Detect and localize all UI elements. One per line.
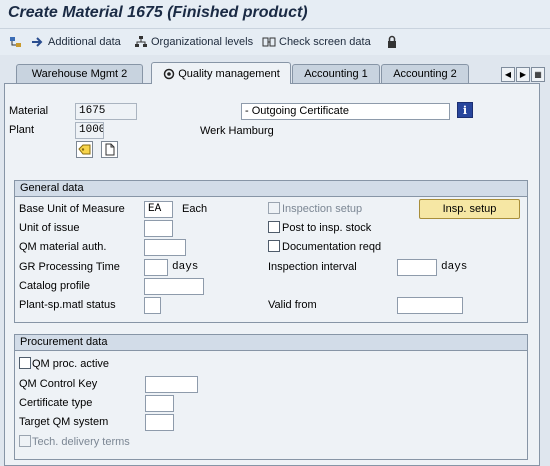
certificate-type-label: Certificate type: [19, 397, 93, 409]
tab-label: Accounting 1: [304, 68, 368, 80]
lock-icon: [385, 35, 399, 49]
tab-accounting-2[interactable]: Accounting 2: [381, 64, 469, 83]
plant-matl-status-label: Plant-sp.matl status: [19, 299, 116, 311]
inspection-interval-unit: days: [441, 261, 468, 273]
tab-label: Warehouse Mgmt 2: [31, 68, 128, 80]
catalog-profile-label: Catalog profile: [19, 280, 90, 292]
plant-field[interactable]: 1000: [75, 122, 104, 139]
base-uom-text: Each: [182, 203, 208, 215]
target-qm-system-label: Target QM system: [19, 416, 109, 428]
hierarchy-button[interactable]: [9, 34, 23, 50]
plant-label: Plant: [9, 124, 35, 136]
organizational-levels-label: Organizational levels: [151, 36, 254, 48]
gr-processing-time-label: GR Processing Time: [19, 261, 120, 273]
application-toolbar: Additional data Organizational levels Ch…: [0, 29, 550, 55]
tab-list-icon[interactable]: ▦: [531, 67, 545, 82]
additional-data-button[interactable]: Additional data: [31, 34, 121, 50]
inspection-interval-label: Inspection interval: [268, 261, 357, 273]
material-field[interactable]: 1675: [75, 103, 137, 120]
qm-proc-active-checkbox[interactable]: [19, 357, 31, 369]
general-data-header: General data: [15, 181, 527, 197]
valid-from-label: Valid from: [268, 299, 317, 311]
documentation-reqd-checkbox[interactable]: [268, 240, 280, 252]
focus-icon: [162, 67, 176, 81]
procurement-data-group: Procurement data QM proc. active QM Cont…: [14, 334, 528, 460]
info-icon[interactable]: i: [457, 102, 473, 118]
inspection-setup-checkbox: [268, 202, 280, 214]
material-label: Material: [9, 105, 49, 117]
tab-content-panel: Material 1675 - Outgoing Certificate i P…: [4, 83, 540, 466]
unit-of-issue-field[interactable]: [144, 220, 173, 237]
insp-setup-button-label: Insp. setup: [442, 203, 497, 215]
qm-material-auth-label: QM material auth.: [19, 241, 107, 253]
tab-accounting-1[interactable]: Accounting 1: [292, 64, 380, 83]
qm-material-auth-field[interactable]: [144, 239, 186, 256]
tab-label: Quality management: [178, 67, 280, 80]
title-bar: Create Material 1675 (Finished product): [0, 0, 550, 29]
post-to-insp-stock-label: Post to insp. stock: [282, 222, 372, 234]
valid-from-field[interactable]: [397, 297, 463, 314]
catalog-profile-field[interactable]: [144, 278, 204, 295]
post-to-insp-stock-checkbox[interactable]: [268, 221, 280, 233]
plant-name: Werk Hamburg: [200, 125, 274, 137]
tab-strip: Warehouse Mgmt 2 Quality management Acco…: [0, 62, 550, 84]
qm-proc-active-label: QM proc. active: [32, 358, 110, 370]
tab-scroll-left-icon[interactable]: ◀: [501, 67, 515, 82]
qm-control-key-label: QM Control Key: [19, 378, 98, 390]
procurement-data-header: Procurement data: [15, 335, 527, 351]
tab-quality-management[interactable]: Quality management: [151, 62, 291, 84]
check-data-icon: [262, 35, 276, 49]
base-uom-field[interactable]: EA: [144, 201, 173, 218]
tab-scroll-right-icon[interactable]: ▶: [516, 67, 530, 82]
check-screen-data-label: Check screen data: [279, 36, 371, 48]
gr-processing-time-unit: days: [172, 261, 199, 273]
plant-matl-status-field[interactable]: [144, 297, 161, 314]
org-levels-icon: [134, 35, 148, 49]
certificate-type-field[interactable]: [145, 395, 174, 412]
material-description-field[interactable]: - Outgoing Certificate: [241, 103, 450, 120]
inspection-interval-field[interactable]: [397, 259, 437, 276]
hierarchy-icon: [9, 35, 23, 49]
tab-warehouse-mgmt-2[interactable]: Warehouse Mgmt 2: [16, 64, 143, 83]
additional-data-label: Additional data: [48, 36, 121, 48]
classification-icon[interactable]: [76, 141, 93, 158]
insp-setup-button[interactable]: Insp. setup: [419, 199, 520, 219]
tech-delivery-terms-checkbox: [19, 435, 31, 447]
check-screen-data-button[interactable]: Check screen data: [262, 34, 371, 50]
inspection-setup-label: Inspection setup: [282, 203, 363, 215]
tab-label: Accounting 2: [393, 68, 457, 80]
document-icon[interactable]: [101, 141, 118, 158]
qm-control-key-field[interactable]: [145, 376, 198, 393]
organizational-levels-button[interactable]: Organizational levels: [134, 34, 253, 50]
target-qm-system-field[interactable]: [145, 414, 174, 431]
unit-of-issue-label: Unit of issue: [19, 222, 80, 234]
documentation-reqd-label: Documentation reqd: [282, 241, 382, 253]
gr-processing-time-field[interactable]: [144, 259, 168, 276]
arrow-right-icon: [31, 35, 45, 49]
tech-delivery-terms-label: Tech. delivery terms: [32, 436, 130, 448]
lock-button[interactable]: [385, 34, 399, 50]
general-data-group: General data Base Unit of Measure EA Eac…: [14, 180, 528, 323]
window-title: Create Material 1675 (Finished product): [8, 4, 308, 21]
base-uom-label: Base Unit of Measure: [19, 203, 125, 215]
